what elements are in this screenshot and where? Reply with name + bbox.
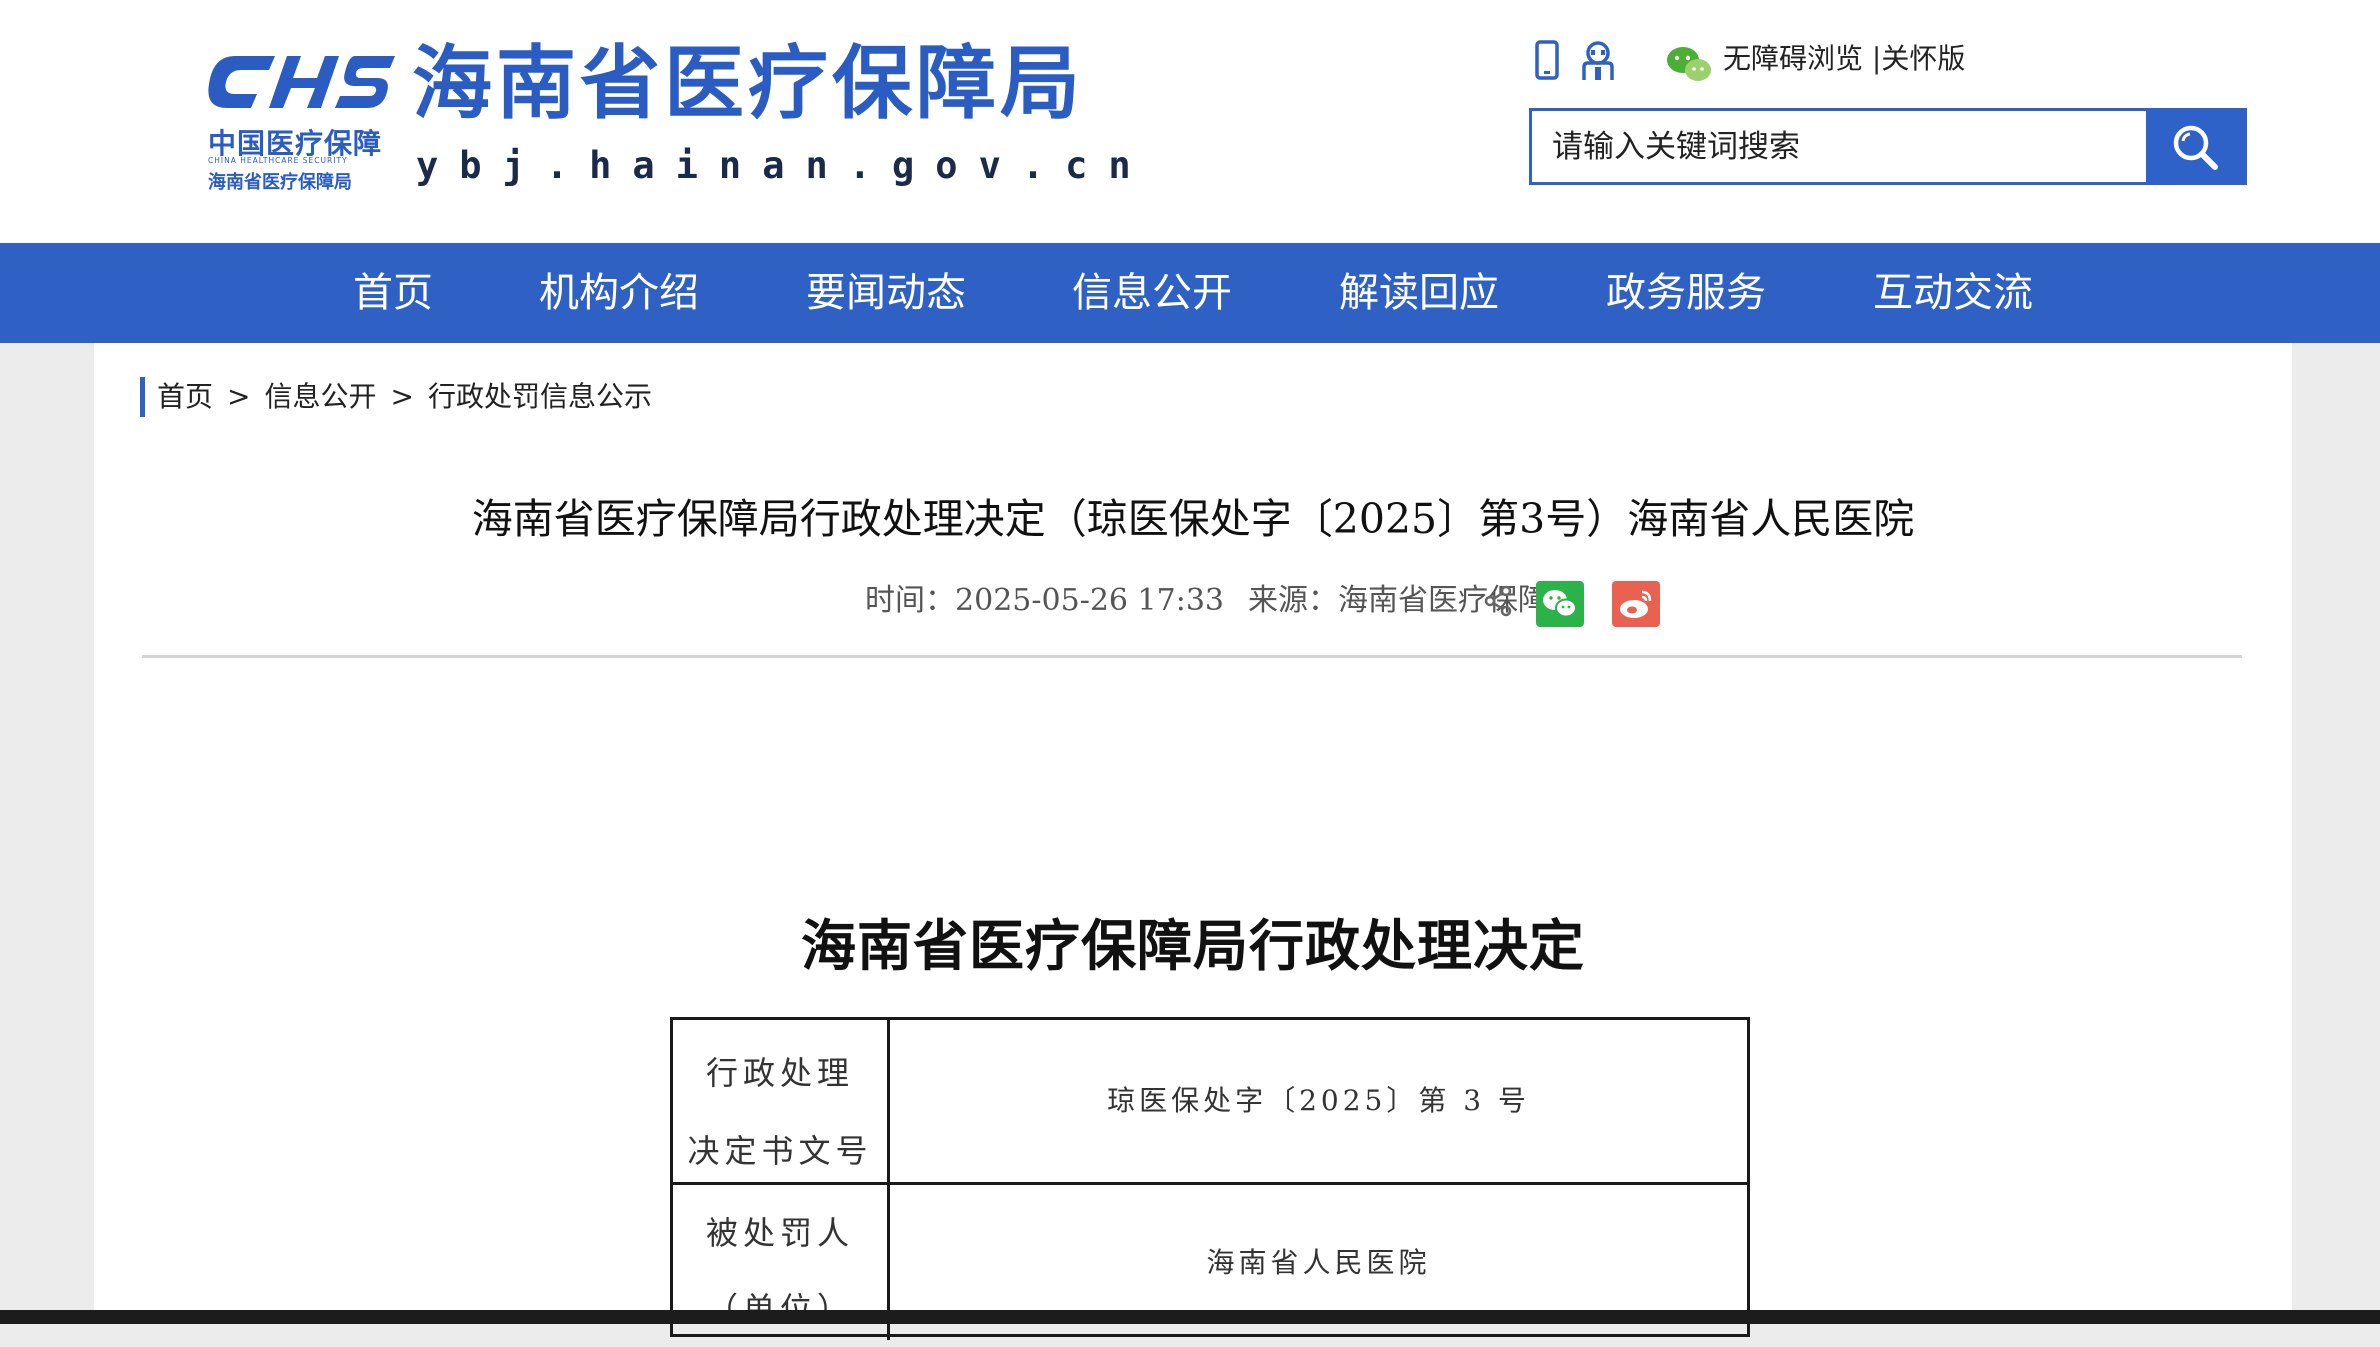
wechat-share-icon bbox=[1543, 590, 1577, 618]
logo-english-text: CHINA HEALTHCARE SECURITY bbox=[208, 156, 348, 165]
content-panel: 首页 > 信息公开 > 行政处罚信息公示 海南省医疗保障局行政处理决定（琼医保处字〔20… bbox=[94, 343, 2292, 1340]
accessibility-link[interactable]: 无障碍浏览 |关怀版 bbox=[1723, 40, 1965, 78]
nav-item-interpretation[interactable]: 解读回应 bbox=[1339, 243, 1499, 343]
decision-table: 行政处理 决定书文号 琼医保处字〔2025〕第 3 号 被处罚人 （单位） 海南… bbox=[670, 1017, 1750, 1340]
row2-label-line1: 被处罚人 bbox=[705, 1214, 854, 1252]
site-domain: ybj.hainan.gov.cn bbox=[416, 144, 1152, 187]
publish-time: 2025-05-26 17:33 bbox=[955, 583, 1224, 618]
table-row-label: 行政处理 决定书文号 bbox=[673, 1020, 890, 1182]
wechat-share-button[interactable] bbox=[1536, 581, 1584, 627]
nav-item-news[interactable]: 要闻动态 bbox=[806, 243, 966, 343]
share-icon[interactable] bbox=[1482, 585, 1514, 617]
chs-logo-mark bbox=[208, 56, 395, 108]
logo-sub-text: 海南省医疗保障局 bbox=[208, 172, 352, 193]
main-nav: 首页 机构介绍 要闻动态 信息公开 解读回应 政务服务 互动交流 bbox=[0, 243, 2380, 343]
mobile-icon[interactable] bbox=[1535, 40, 1561, 82]
article-title: 海南省医疗保障局行政处理决定（琼医保处字〔2025〕第3号）海南省人民医院 bbox=[471, 495, 1915, 543]
article-meta: 时间：2025-05-26 17:33 来源：海南省医疗保障局 bbox=[94, 581, 1578, 621]
time-label: 时间： bbox=[865, 583, 956, 618]
decision-number-value: 琼医保处字〔2025〕第 3 号 bbox=[1107, 1084, 1530, 1117]
nav-item-interaction[interactable]: 互动交流 bbox=[1873, 243, 2033, 343]
search-box bbox=[1529, 108, 2247, 185]
nav-item-home[interactable]: 首页 bbox=[353, 243, 433, 343]
search-input[interactable] bbox=[1532, 111, 2146, 182]
search-button[interactable] bbox=[2146, 111, 2244, 182]
weibo-share-button[interactable] bbox=[1612, 581, 1660, 627]
bottom-edge-bar bbox=[0, 1310, 2380, 1324]
site-title[interactable]: 海南省医疗保障局 bbox=[412, 44, 1084, 124]
breadcrumb-info-disclosure[interactable]: 信息公开 bbox=[264, 377, 376, 417]
nav-item-services[interactable]: 政务服务 bbox=[1606, 243, 1766, 343]
wechat-icon[interactable] bbox=[1665, 44, 1713, 84]
site-header: 中国医疗保障 CHINA HEALTHCARE SECURITY 海南省医疗保障… bbox=[0, 0, 2380, 243]
nav-item-about[interactable]: 机构介绍 bbox=[539, 243, 699, 343]
title-divider bbox=[142, 655, 2242, 658]
breadcrumb-home[interactable]: 首页 bbox=[157, 377, 213, 417]
row1-label-line2: 决定书文号 bbox=[687, 1132, 873, 1170]
robot-icon[interactable] bbox=[1577, 40, 1619, 82]
row2-label-line2: （单位） bbox=[705, 1290, 854, 1328]
search-icon bbox=[2173, 125, 2218, 170]
row1-label-line1: 行政处理 bbox=[705, 1054, 854, 1092]
site-logo[interactable]: 中国医疗保障 CHINA HEALTHCARE SECURITY 海南省医疗保障… bbox=[205, 52, 395, 193]
breadcrumb: 首页 > 信息公开 > 行政处罚信息公示 bbox=[140, 377, 652, 417]
nav-item-info-disclosure[interactable]: 信息公开 bbox=[1072, 243, 1232, 343]
document-heading: 海南省医疗保障局行政处理决定 bbox=[800, 913, 1585, 978]
breadcrumb-penalty-info[interactable]: 行政处罚信息公示 bbox=[428, 377, 652, 417]
source-label: 来源： bbox=[1248, 583, 1338, 618]
breadcrumb-separator: > bbox=[390, 380, 414, 413]
weibo-share-icon bbox=[1620, 590, 1652, 618]
breadcrumb-separator: > bbox=[227, 380, 251, 413]
